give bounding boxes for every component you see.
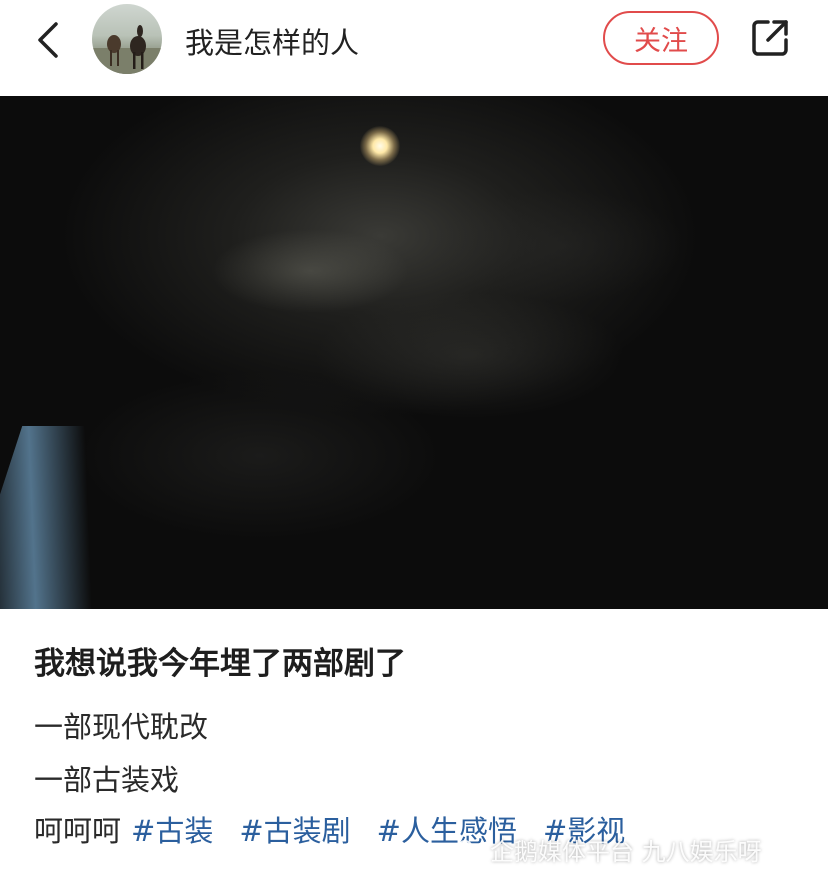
hashtag-ancient-costume[interactable]: #古装 [131, 814, 213, 848]
penguin-logo-icon [456, 839, 474, 862]
avatar[interactable] [92, 4, 162, 74]
watermark: 企鹅媒体平台 九八娱乐呀 [452, 832, 762, 867]
post-text-line: 一部古装戏 [34, 763, 180, 797]
chevron-left-icon[interactable] [30, 20, 70, 60]
post-title: 我想说我今年埋了两部剧了 [34, 646, 406, 682]
horses-avatar-image [92, 25, 162, 74]
follow-button[interactable]: 关注 [603, 11, 719, 65]
post-text-line: 一部现代耽改 [34, 710, 209, 744]
night-clouds [0, 96, 828, 609]
username[interactable]: 我是怎样的人 [185, 20, 359, 62]
watermark-text: 企鹅媒体平台 九八娱乐呀 [490, 838, 762, 866]
post-text-prefix: 呵呵呵 [34, 814, 122, 848]
top-bar: 我是怎样的人 关注 [0, 0, 828, 96]
post-image[interactable] [0, 96, 828, 609]
hashtag-ancient-costume-drama[interactable]: #古装剧 [239, 814, 350, 848]
moon [360, 126, 400, 166]
share-external-icon[interactable] [748, 16, 792, 60]
